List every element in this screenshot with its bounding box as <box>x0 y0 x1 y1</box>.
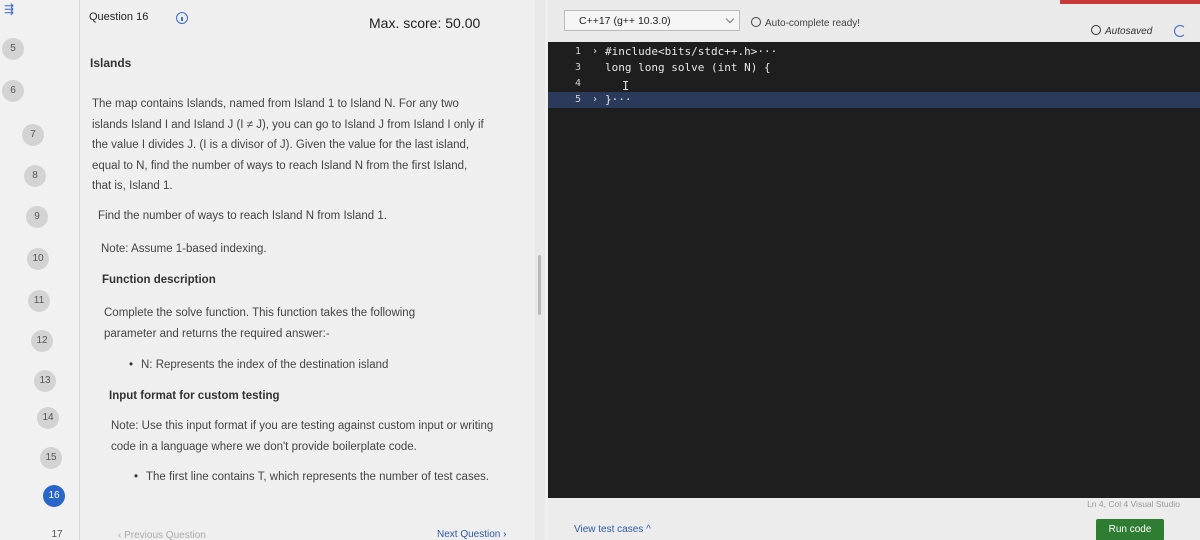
code-line: 4 <box>548 76 1200 92</box>
question-nav-5[interactable]: 5 <box>2 38 24 60</box>
run-code-button[interactable]: Run code <box>1096 519 1164 540</box>
refresh-icon[interactable] <box>1174 25 1186 37</box>
question-nav-12[interactable]: 12 <box>31 330 53 352</box>
code-editor[interactable]: 1 › #include<bits/stdc++.h>··· 3 long lo… <box>548 42 1200 498</box>
question-nav-15[interactable]: 15 <box>40 447 62 469</box>
view-test-cases-button[interactable]: View test cases ^ <box>574 524 651 535</box>
question-nav-17[interactable]: 17 <box>46 524 68 540</box>
code-text: long long solve (int N) { <box>605 61 771 74</box>
line-number: 1 <box>575 46 582 57</box>
autosaved-status-text: Autosaved <box>1105 26 1153 37</box>
chevron-down-icon <box>725 14 735 24</box>
problem-statement: The map contains Islands, named from Isl… <box>92 98 484 192</box>
text-cursor-icon: I <box>622 79 630 93</box>
cursor-position: Ln 4, Col 4 Visual Studio <box>1087 499 1180 509</box>
question-nav-7[interactable]: 7 <box>22 124 44 146</box>
question-nav-10[interactable]: 10 <box>27 248 49 270</box>
editor-footer: View test cases ^ Run code <box>548 512 1200 540</box>
question-nav-9[interactable]: 9 <box>26 206 48 228</box>
input-format-note: Note: Use this input format if you are t… <box>111 420 494 453</box>
autosave-icon <box>1091 25 1101 35</box>
code-line-active: 5 › }··· <box>548 92 1200 108</box>
question-nav-16[interactable]: 16 <box>43 485 65 507</box>
function-description-heading: Function description <box>102 274 216 286</box>
editor-panel: C++17 (g++ 10.3.0) Auto-complete ready! … <box>548 0 1200 540</box>
task-text: Find the number of ways to reach Island … <box>98 210 387 222</box>
previous-question-button[interactable]: ‹ Previous Question <box>118 530 206 540</box>
question-scrollbar-thumb[interactable] <box>538 255 541 315</box>
line-number: 3 <box>575 62 582 73</box>
question-scrollbar[interactable] <box>535 0 545 540</box>
question-footer: ‹ Previous Question Next Question › <box>80 522 535 540</box>
input-format-heading: Input format for custom testing <box>109 390 280 402</box>
function-description-text: Complete the solve function. This functi… <box>104 307 416 340</box>
check-circle-icon <box>751 17 761 27</box>
code-text: }··· <box>605 93 632 106</box>
autocomplete-status-text: Auto-complete ready! <box>765 18 861 29</box>
expand-icon[interactable]: ⇶ <box>4 2 18 16</box>
next-question-button[interactable]: Next Question › <box>437 529 506 540</box>
editor-toolbar: C++17 (g++ 10.3.0) Auto-complete ready! … <box>548 0 1200 42</box>
fold-icon[interactable]: › <box>592 44 598 60</box>
editor-status-bar: Ln 4, Col 4 Visual Studio <box>548 498 1200 512</box>
indexing-note: Note: Assume 1-based indexing. <box>101 243 267 255</box>
input-format-bullet: The first line contains T, which represe… <box>134 467 506 488</box>
autocomplete-status: Auto-complete ready! <box>751 17 860 29</box>
info-icon[interactable] <box>176 12 188 24</box>
line-number: 4 <box>575 78 582 89</box>
question-label: Question 16 <box>89 11 149 23</box>
code-line: 1 › #include<bits/stdc++.h>··· <box>548 44 1200 60</box>
autosaved-status: Autosaved <box>1091 25 1152 37</box>
question-nav-rail: ⇶ 5 6 7 8 9 10 11 12 13 14 15 16 17 <box>0 0 80 540</box>
line-number: 5 <box>575 94 582 105</box>
code-text: #include<bits/stdc++.h>··· <box>605 45 778 58</box>
question-nav-14[interactable]: 14 <box>37 407 59 429</box>
question-panel: Question 16 Max. score: 50.00 Islands Th… <box>80 0 548 540</box>
max-score: Max. score: 50.00 <box>369 15 481 31</box>
question-body: Islands The map contains Islands, named … <box>80 42 535 522</box>
question-nav-13[interactable]: 13 <box>34 370 56 392</box>
code-line: 3 long long solve (int N) { <box>548 60 1200 76</box>
problem-title: Islands <box>90 56 132 70</box>
top-accent-bar <box>1060 0 1200 4</box>
question-nav-6[interactable]: 6 <box>2 80 24 102</box>
question-header: Question 16 Max. score: 50.00 <box>80 0 548 42</box>
language-select-value: C++17 (g++ 10.3.0) <box>579 15 671 27</box>
question-nav-11[interactable]: 11 <box>28 290 50 312</box>
language-select[interactable]: C++17 (g++ 10.3.0) <box>564 10 740 31</box>
fold-icon[interactable]: › <box>592 92 598 108</box>
coding-test-screen: ⇶ 5 6 7 8 9 10 11 12 13 14 15 16 17 Ques… <box>0 0 1200 540</box>
parameter-bullet: N: Represents the index of the destinati… <box>129 355 511 376</box>
question-nav-8[interactable]: 8 <box>24 165 46 187</box>
